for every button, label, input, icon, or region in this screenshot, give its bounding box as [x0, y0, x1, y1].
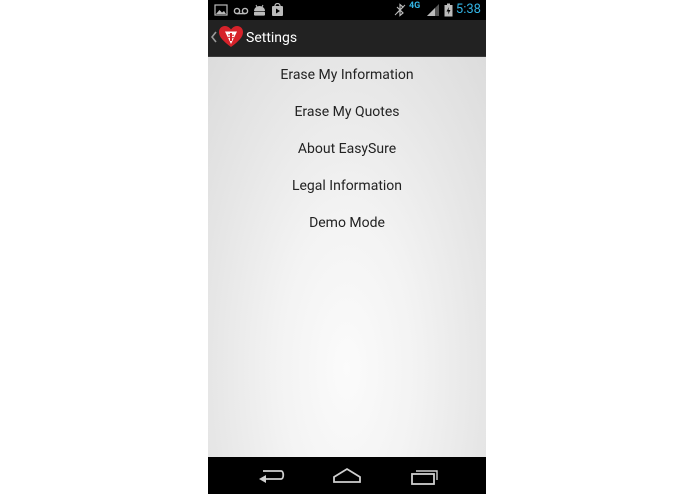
status-clock: 5:38 [455, 2, 481, 17]
menu-item-about[interactable]: About EasySure [208, 131, 486, 168]
menu-item-erase-information[interactable]: Erase My Information [208, 57, 486, 94]
network-type-label: 4G [409, 1, 421, 11]
menu-item-demo-mode[interactable]: Demo Mode [208, 205, 486, 242]
action-bar: Settings [208, 20, 486, 57]
play-store-icon [272, 3, 283, 16]
page-title: Settings [246, 30, 298, 46]
voicemail-icon [233, 7, 249, 15]
home-icon[interactable] [331, 465, 363, 487]
signal-icon [427, 4, 439, 16]
menu-item-erase-quotes[interactable]: Erase My Quotes [208, 94, 486, 131]
menu-item-legal-information[interactable]: Legal Information [208, 168, 486, 205]
up-caret-icon[interactable] [211, 31, 217, 43]
gallery-icon [214, 4, 228, 16]
back-icon[interactable] [255, 465, 287, 487]
bluetooth-icon [394, 3, 406, 17]
android-icon [254, 4, 265, 16]
settings-content: Erase My Information Erase My Quotes Abo… [208, 57, 486, 457]
navigation-bar [208, 457, 486, 494]
phone-screen: 4G 5:38 Settings Erase My Information Er… [208, 0, 486, 494]
heart-medical-logo[interactable] [219, 26, 243, 48]
battery-icon [444, 3, 453, 17]
settings-menu: Erase My Information Erase My Quotes Abo… [208, 57, 486, 242]
recents-icon[interactable] [408, 465, 440, 487]
status-bar: 4G 5:38 [208, 0, 486, 20]
